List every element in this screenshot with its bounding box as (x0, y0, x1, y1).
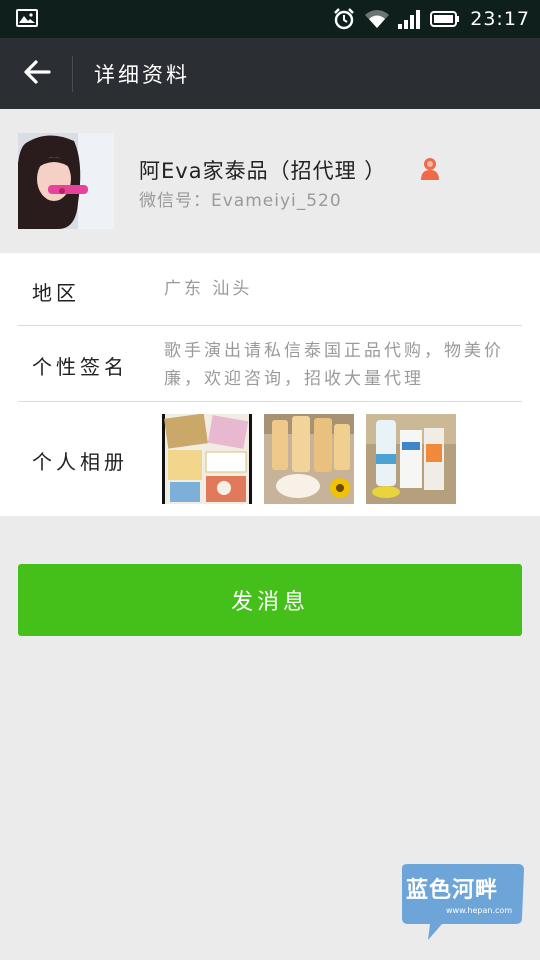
avatar[interactable] (18, 133, 114, 229)
back-arrow-icon (23, 59, 51, 89)
watermark-logo: 蓝色河畔 www.hepan.com (398, 862, 526, 942)
status-bar: 23:17 (0, 0, 540, 38)
page-title: 详细资料 (94, 63, 190, 87)
battery-icon (430, 10, 460, 28)
region-label: 地区 (32, 281, 80, 305)
send-message-button[interactable]: 发消息 (18, 564, 522, 636)
signal-icon (398, 9, 422, 29)
album-photo[interactable] (264, 414, 354, 504)
region-row: 地区 广东 汕头 (18, 253, 522, 326)
album-photo[interactable] (366, 414, 456, 504)
status-time: 23:17 (470, 8, 530, 30)
wechat-id: 微信号：Evameiyi_520 (139, 191, 342, 211)
region-value: 广东 汕头 (164, 279, 253, 299)
app-bar-divider (72, 56, 73, 92)
watermark-site: www.hepan.com (446, 906, 513, 915)
app-bar: 详细资料 (0, 38, 540, 109)
signature-row: 个性签名 歌手演出请私信泰国正品代购，物美价廉，欢迎咨询，招收大量代理 (18, 326, 522, 402)
watermark-brand: 蓝色河畔 (406, 878, 499, 903)
album-row[interactable]: 个人相册 (18, 402, 522, 516)
album-label: 个人相册 (32, 450, 128, 474)
signature-value: 歌手演出请私信泰国正品代购，物美价廉，欢迎咨询，招收大量代理 (164, 341, 504, 389)
profile-header: 阿Eva家泰品（招代理 ） 微信号：Evameiyi_520 (0, 109, 540, 253)
album-photo[interactable] (162, 414, 252, 504)
wifi-icon (364, 9, 390, 29)
profile-name: 阿Eva家泰品（招代理 ） (139, 159, 387, 183)
female-icon (419, 156, 441, 184)
info-list: 地区 广东 汕头 个性签名 歌手演出请私信泰国正品代购，物美价廉，欢迎咨询，招收… (0, 253, 540, 516)
back-button[interactable] (14, 51, 60, 97)
signature-label: 个性签名 (32, 355, 128, 379)
gallery-icon (16, 9, 38, 27)
alarm-icon (332, 8, 356, 30)
